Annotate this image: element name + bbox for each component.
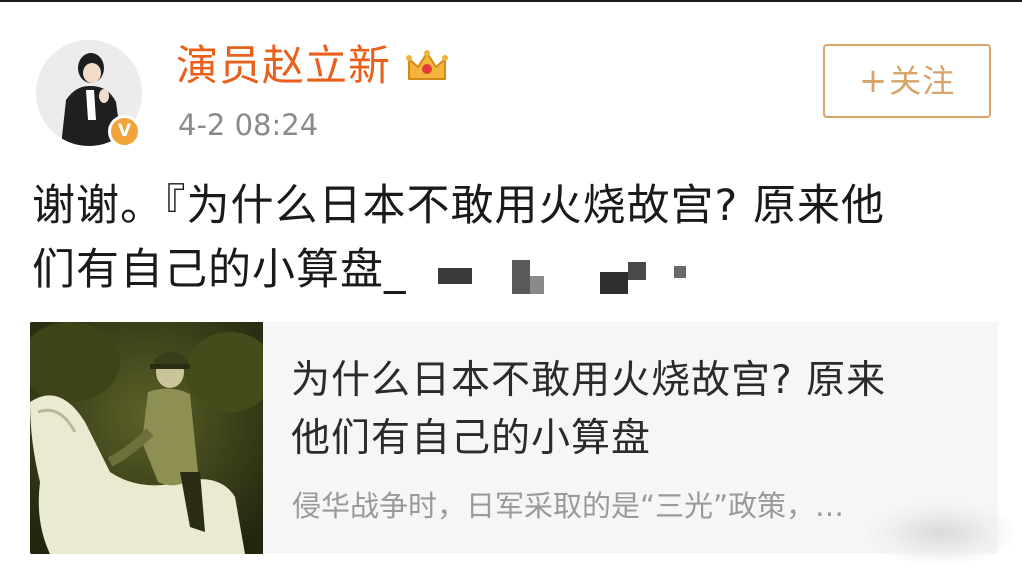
article-thumbnail bbox=[30, 322, 263, 554]
verified-v-icon: V bbox=[117, 121, 132, 141]
article-title-line-2: 他们有自己的小算盘 bbox=[291, 416, 652, 461]
plus-icon: + bbox=[858, 61, 888, 101]
weibo-post: V 演员赵立新 4-2 08:24 + 关注 谢谢。『为什么日本不敢用火烧故宫?… bbox=[0, 0, 1022, 567]
article-title-line-1: 为什么日本不敢用火烧故宫? 原来 bbox=[291, 358, 887, 403]
censored-text-mosaic bbox=[438, 260, 686, 294]
article-title: 为什么日本不敢用火烧故宫? 原来 他们有自己的小算盘 bbox=[291, 352, 981, 468]
blurred-watermark bbox=[868, 502, 1014, 564]
verified-badge: V bbox=[108, 115, 141, 148]
article-card[interactable]: 为什么日本不敢用火烧故宫? 原来 他们有自己的小算盘 侵华战争时，日军采取的是“… bbox=[30, 322, 998, 554]
crown-icon bbox=[406, 50, 448, 80]
follow-button[interactable]: + 关注 bbox=[823, 44, 991, 118]
follow-button-label: 关注 bbox=[889, 62, 956, 100]
post-timestamp: 4-2 08:24 bbox=[178, 108, 319, 142]
username[interactable]: 演员赵立新 bbox=[176, 40, 391, 92]
post-text-line-1: 谢谢。『为什么日本不敢用火烧故宫? 原来他 bbox=[32, 181, 885, 231]
